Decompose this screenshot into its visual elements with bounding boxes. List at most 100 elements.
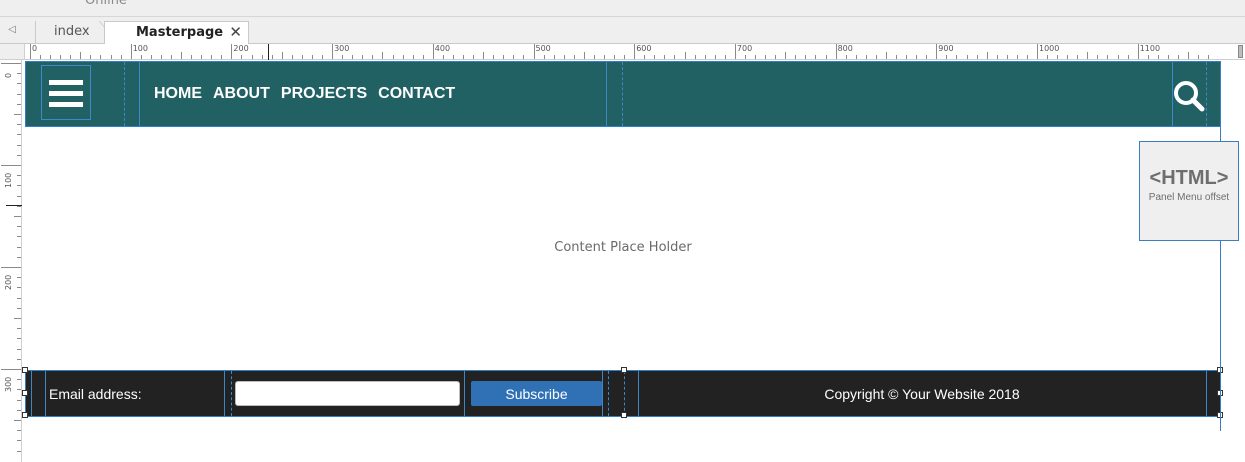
ruler-tick [603,55,605,59]
ruler-label: 300 [334,44,350,53]
canvas-frame-edge [1220,61,1221,431]
ruler-tick [755,55,757,59]
ruler-tick [885,52,887,59]
nav-item-contact[interactable]: CONTACT [378,85,455,103]
resize-handle[interactable] [22,367,28,373]
nav-item-home[interactable]: HOME [154,85,202,103]
ruler-tick [14,420,21,421]
ruler-label: 1100 [1139,44,1161,53]
ruler-tick [1037,44,1038,59]
tab-scroll-left-icon[interactable]: ◁ [5,23,19,37]
ruler-tick [1087,52,1089,59]
ruler-tick [1047,55,1049,59]
ruler-tick [936,44,938,59]
ruler-tick [17,185,21,187]
ruler-tick [17,328,21,330]
subscribe-button[interactable]: Subscribe [471,381,602,406]
ruler-tick [17,348,21,350]
ruler-tick [322,55,324,59]
tab-index[interactable]: index [35,21,115,44]
ruler-tick [17,297,21,299]
ruler-tick [966,55,968,59]
ruler-label: 500 [535,44,551,53]
ruler-tick [1137,44,1139,59]
ruler-tick [1177,55,1179,59]
ruler-tick [120,55,122,59]
ruler-tick [17,450,21,452]
ruler-tick [986,52,988,59]
ruler-tick [17,93,21,95]
ruler-tick [1016,55,1018,59]
search-icon[interactable] [1172,79,1206,113]
main-nav: HOME ABOUT PROJECTS CONTACT [154,85,455,103]
ruler-tick [835,44,837,59]
ruler-tick [926,55,928,59]
masterpage-editor: Online ◁ index Masterpage ✕ 0 100 200 300 40… [0,0,1245,462]
ruler-tick [17,287,21,289]
content-area[interactable]: Content Place Holder [25,127,1221,370]
ruler-tick [1026,55,1028,59]
ruler-tick [805,55,807,59]
ruler-tick [684,52,686,59]
copyright-text: Copyright © Your Website 2018 [824,386,1020,402]
ruler-tick [191,55,193,59]
html-tag-label: <HTML> [1149,167,1229,189]
hamburger-menu-button[interactable] [41,65,91,120]
resize-handle[interactable] [22,412,28,418]
tab-masterpage-label: Masterpage [136,25,224,40]
ruler-grip[interactable] [1238,45,1243,58]
ruler-tick [181,52,183,59]
ruler-tick [634,44,636,59]
ruler-tick [674,55,676,59]
site-header[interactable]: HOME ABOUT PROJECTS CONTACT [25,61,1221,127]
ruler-tick [17,246,21,248]
nav-item-about[interactable]: ABOUT [213,85,270,103]
ruler-tick [70,55,72,59]
ruler-tick [221,55,223,59]
ruler-tick [17,389,21,391]
ruler-tick [1,369,21,370]
ruler-tick [291,55,293,59]
ruler-tick [815,55,817,59]
ruler-tick [382,52,384,59]
ruler-tick [1,63,21,64]
ruler-tick [30,44,31,59]
ruler-tick [17,307,21,309]
resize-handle[interactable] [621,367,627,373]
resize-handle[interactable] [22,390,28,396]
ruler-tick [60,55,62,59]
ruler-tick [17,358,21,360]
ruler-tick [14,114,21,115]
tab-masterpage[interactable]: Masterpage ✕ [104,21,249,44]
ruler-tick [442,55,444,59]
nav-item-projects[interactable]: PROJECTS [281,85,367,103]
html-panel-widget[interactable]: <HTML> Panel Menu offset [1139,141,1239,241]
ruler-tick [463,55,464,59]
ruler-tick [201,55,203,59]
ruler-tick [483,52,485,59]
close-icon[interactable]: ✕ [229,22,242,43]
ruler-tick [17,144,21,146]
ruler-tick [996,55,998,59]
ruler-tick [765,55,767,59]
ruler-tick [17,134,21,136]
resize-handle[interactable] [621,412,627,418]
ruler-tick [50,55,52,59]
site-footer[interactable]: Email address: Subscribe Copyright © You… [25,370,1221,417]
ruler-tick [875,55,877,59]
ruler-tick [654,55,656,59]
email-field[interactable] [235,381,460,406]
ruler-tick [17,73,21,75]
ruler-tick [1198,55,1200,59]
ruler-label: 0 [32,44,38,53]
ruler-label: 200 [4,274,13,290]
ruler-tick [17,338,21,340]
ruler-label: 200 [233,44,249,53]
ruler-label: 0 [4,72,13,78]
ruler-tick [865,55,867,59]
tab-index-label: index [54,24,90,39]
ruler-tick [855,55,857,59]
ruler-label: 100 [4,172,13,188]
top-strip: Online [0,0,1245,17]
ruler-tick [734,44,736,59]
